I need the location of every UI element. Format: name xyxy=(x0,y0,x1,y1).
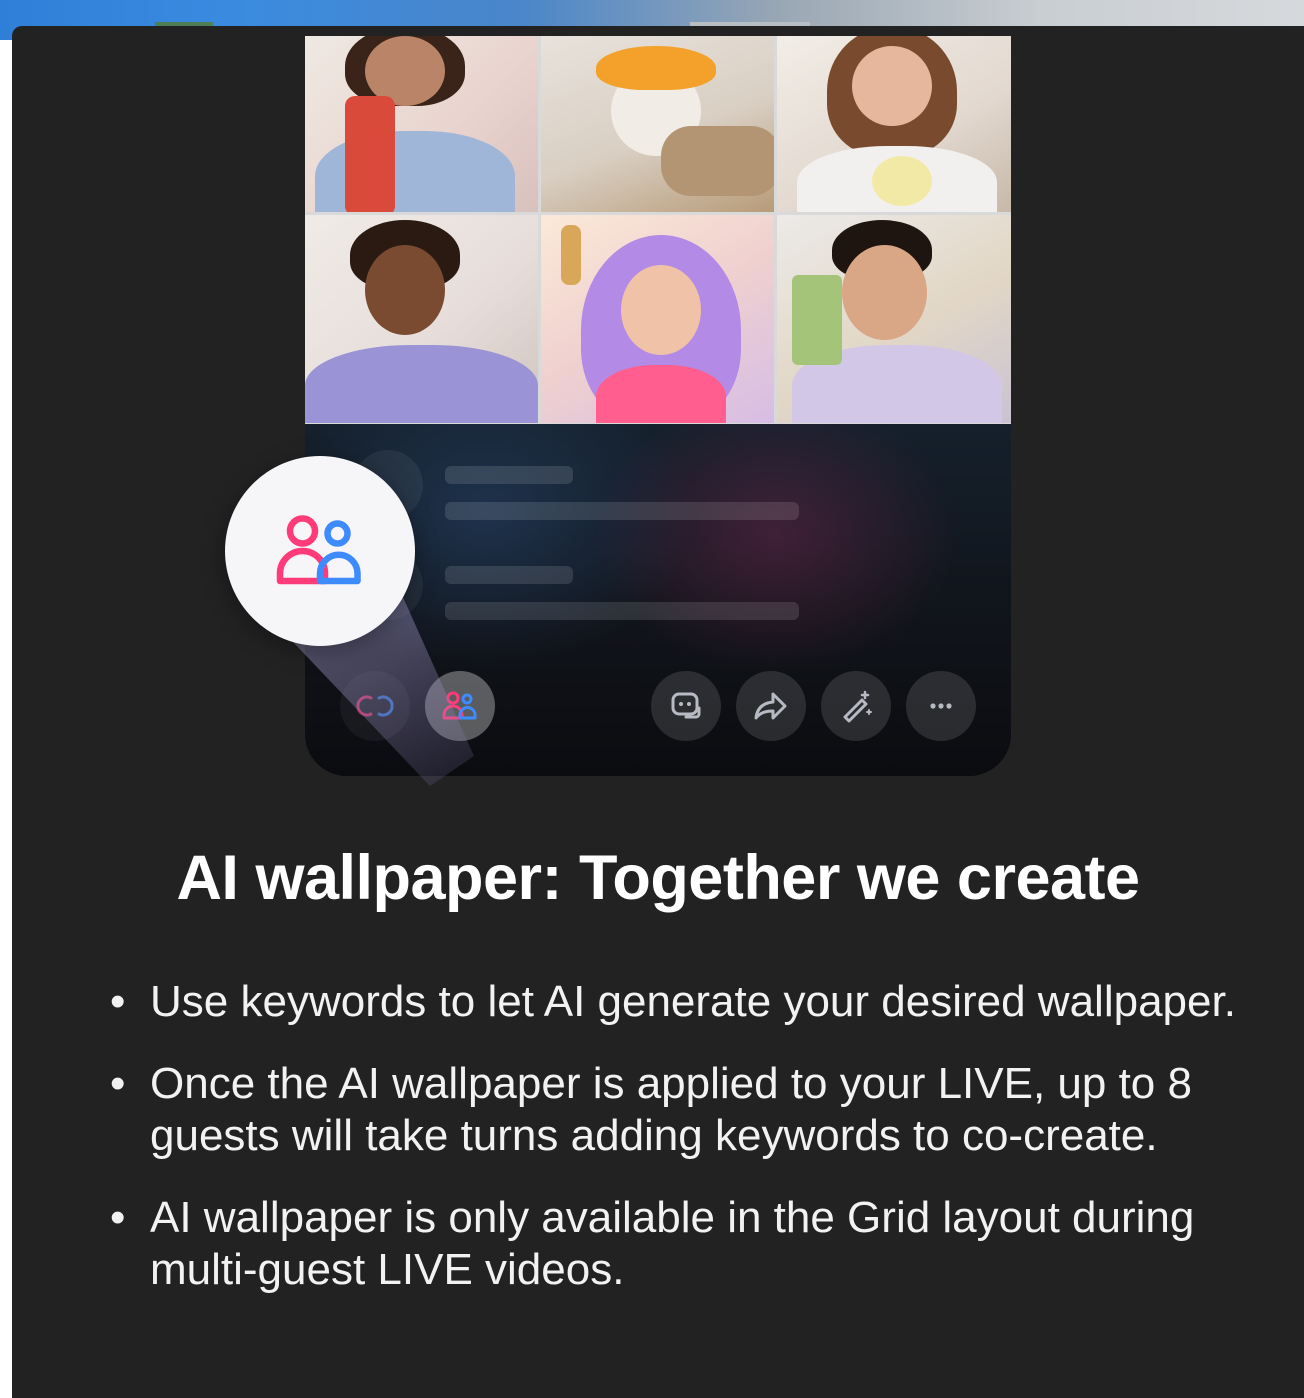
guest-tile-1 xyxy=(305,36,538,212)
guest-tile-3 xyxy=(777,36,1011,212)
more-button[interactable] xyxy=(906,671,976,741)
feature-title: AI wallpaper: Together we create xyxy=(176,843,1140,913)
share-button[interactable] xyxy=(736,671,806,741)
feature-bullet: Once the AI wallpaper is applied to your… xyxy=(110,1058,1240,1162)
feature-intro-sheet: AI wallpaper: Together we create Use key… xyxy=(12,26,1304,1398)
feature-bullet: AI wallpaper is only available in the Gr… xyxy=(110,1192,1240,1296)
live-grid-preview xyxy=(305,36,1011,776)
placeholder-line xyxy=(445,602,799,620)
multi-guest-button[interactable] xyxy=(425,671,495,741)
feature-bullet-list: Use keywords to let AI generate your des… xyxy=(110,976,1240,1326)
guest-tile-5 xyxy=(541,215,774,423)
magic-wand-icon xyxy=(843,690,872,723)
link-guest-button[interactable] xyxy=(340,671,410,741)
link-icon xyxy=(356,695,394,717)
live-bottom-panel xyxy=(305,424,1011,776)
multi-guest-icon xyxy=(442,691,477,720)
more-icon xyxy=(930,703,952,709)
guest-tile-4 xyxy=(305,215,538,423)
placeholder-line xyxy=(445,502,799,520)
effects-button[interactable] xyxy=(821,671,891,741)
share-icon xyxy=(754,692,787,720)
guest-tile-6 xyxy=(777,215,1011,423)
guest-grid xyxy=(305,36,1011,424)
placeholder-line xyxy=(445,466,573,484)
comment-button[interactable] xyxy=(651,671,721,741)
guest-tile-2 xyxy=(541,36,774,212)
multi-guest-icon xyxy=(276,515,361,585)
multi-guest-callout xyxy=(225,456,415,646)
comment-icon xyxy=(671,692,701,719)
placeholder-line xyxy=(445,566,573,584)
feature-bullet: Use keywords to let AI generate your des… xyxy=(110,976,1240,1028)
